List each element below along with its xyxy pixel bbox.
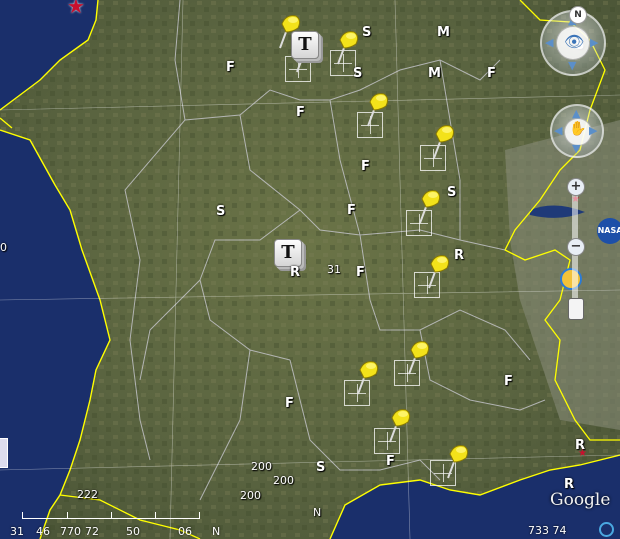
scale-bar xyxy=(22,512,200,519)
map-label: S xyxy=(216,204,226,219)
map-label: F xyxy=(361,159,370,174)
nasa-badge[interactable]: NASA xyxy=(597,218,620,244)
road-number: 222 xyxy=(77,488,98,501)
road-number: 0 xyxy=(0,241,7,254)
placemark-edge-marker[interactable] xyxy=(0,438,8,468)
move-ring[interactable]: ▲ ▼ ◀ ▶ ✋ xyxy=(550,104,604,158)
scale-number: 770 xyxy=(60,525,81,538)
pushpin-icon[interactable] xyxy=(430,120,458,160)
pushpin-icon[interactable] xyxy=(364,88,392,128)
map-label: R xyxy=(290,265,301,280)
road-number: 31 xyxy=(327,263,341,276)
scale-number: 72 xyxy=(85,525,99,538)
earth-badge-icon[interactable] xyxy=(560,268,582,290)
road-number: 200 xyxy=(273,474,294,487)
map-label: F xyxy=(285,396,294,411)
status-direction: N xyxy=(212,525,221,538)
eye-icon: 👁 xyxy=(564,32,585,51)
scale-number: 31 xyxy=(10,525,24,538)
scale-number: 50 xyxy=(126,525,140,538)
pushpin-icon[interactable] xyxy=(354,356,382,396)
pushpin-icon[interactable] xyxy=(386,404,414,444)
pushpin-icon[interactable] xyxy=(334,26,362,66)
road-number: 200 xyxy=(240,489,261,502)
map-label: M xyxy=(437,25,450,40)
road-number: N xyxy=(313,506,322,519)
map-label: S xyxy=(353,66,363,81)
hand-icon: ✋ xyxy=(569,121,587,137)
pushpin-icon[interactable] xyxy=(444,440,472,480)
news-marker[interactable]: T xyxy=(291,31,319,59)
map-label: M xyxy=(428,66,441,81)
map-label: S xyxy=(447,185,457,200)
map-label: F xyxy=(347,203,356,218)
pushpin-icon[interactable] xyxy=(416,185,444,225)
map-label: F xyxy=(504,374,513,389)
news-marker[interactable]: T xyxy=(274,239,302,267)
look-left-arrow-icon[interactable]: ◀ xyxy=(545,37,553,48)
map-label: F xyxy=(296,105,305,120)
move-down-arrow-icon[interactable]: ▼ xyxy=(572,143,580,154)
scale-number: 46 xyxy=(36,525,50,538)
star-icon[interactable]: ★ xyxy=(67,0,85,18)
move-right-arrow-icon[interactable]: ▶ xyxy=(589,125,597,136)
map-label: F xyxy=(386,454,395,469)
road-number: 200 xyxy=(251,460,272,473)
map-label: R xyxy=(454,248,465,263)
move-up-arrow-icon[interactable]: ▲ xyxy=(572,108,580,119)
map-label: S xyxy=(316,460,326,475)
map-label: F xyxy=(226,60,235,75)
move-left-arrow-icon[interactable]: ◀ xyxy=(554,125,562,136)
scale-tick xyxy=(67,512,68,518)
look-down-arrow-icon[interactable]: ▼ xyxy=(568,60,576,71)
scale-tick xyxy=(155,512,156,518)
google-watermark: Google xyxy=(550,490,611,510)
pushpin-icon[interactable] xyxy=(425,250,453,290)
map-label: F xyxy=(487,66,496,81)
zoom-slider-thumb[interactable] xyxy=(568,298,584,320)
compass-north[interactable]: N xyxy=(569,6,587,24)
map-viewport[interactable]: T T F F F F F F F F F S S S S S M M R R … xyxy=(0,0,620,539)
map-label: S xyxy=(362,25,372,40)
pushpin-icon[interactable] xyxy=(405,336,433,376)
star-icon[interactable]: ★ xyxy=(578,448,587,459)
scale-number: 06 xyxy=(178,525,192,538)
map-label: F xyxy=(356,265,365,280)
zoom-in-button[interactable]: + xyxy=(567,178,585,196)
look-right-arrow-icon[interactable]: ▶ xyxy=(590,37,598,48)
scale-tick xyxy=(111,512,112,518)
zoom-out-button[interactable]: − xyxy=(567,238,585,256)
streaming-indicator-icon xyxy=(599,522,614,537)
coordinate-readout: 733 74 xyxy=(528,524,567,537)
